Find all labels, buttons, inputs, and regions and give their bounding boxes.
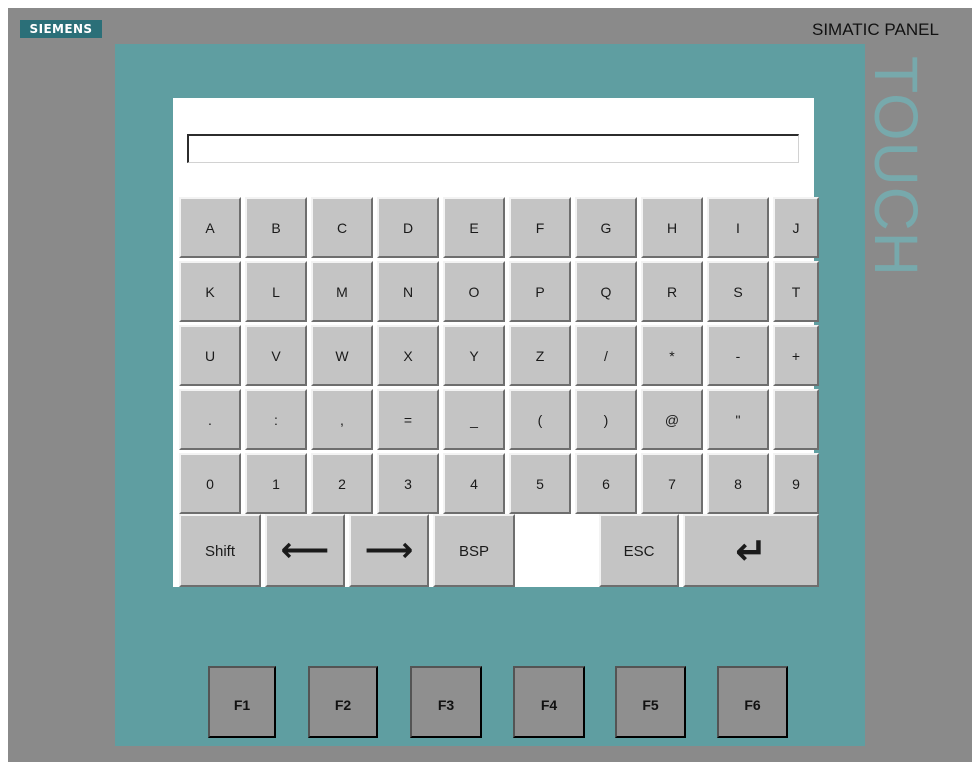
function-key-f1[interactable]: F1	[208, 666, 276, 738]
key-t[interactable]: T	[773, 261, 819, 322]
function-key-f4[interactable]: F4	[513, 666, 585, 738]
key-f[interactable]: F	[509, 197, 571, 258]
key-close-parenthesis[interactable]: )	[575, 389, 637, 450]
key-0[interactable]: 0	[179, 453, 241, 514]
key-slash[interactable]: /	[575, 325, 637, 386]
left-arrow-icon[interactable]: ⟵	[265, 514, 345, 587]
key-double-quote[interactable]: "	[707, 389, 769, 450]
function-key-f6[interactable]: F6	[717, 666, 788, 738]
key-g[interactable]: G	[575, 197, 637, 258]
key-u[interactable]: U	[179, 325, 241, 386]
key-9[interactable]: 9	[773, 453, 819, 514]
key-plus[interactable]: +	[773, 325, 819, 386]
escape-key[interactable]: ESC	[599, 514, 679, 587]
key-1[interactable]: 1	[245, 453, 307, 514]
key-4[interactable]: 4	[443, 453, 505, 514]
key-p[interactable]: P	[509, 261, 571, 322]
key-v[interactable]: V	[245, 325, 307, 386]
function-key-f5[interactable]: F5	[615, 666, 686, 738]
text-entry-input[interactable]	[189, 136, 798, 162]
text-entry-field[interactable]	[187, 134, 799, 163]
key-z[interactable]: Z	[509, 325, 571, 386]
touch-branding: TOUCH	[862, 56, 930, 277]
key-a[interactable]: A	[179, 197, 241, 258]
key-c[interactable]: C	[311, 197, 373, 258]
key-s[interactable]: S	[707, 261, 769, 322]
key-h[interactable]: H	[641, 197, 703, 258]
key-2[interactable]: 2	[311, 453, 373, 514]
function-key-f2[interactable]: F2	[308, 666, 378, 738]
key-o[interactable]: O	[443, 261, 505, 322]
key-underscore[interactable]: _	[443, 389, 505, 450]
backspace-key[interactable]: BSP	[433, 514, 515, 587]
function-key-f3[interactable]: F3	[410, 666, 482, 738]
key-q[interactable]: Q	[575, 261, 637, 322]
right-arrow-icon[interactable]: ⟶	[349, 514, 429, 587]
key-at[interactable]: @	[641, 389, 703, 450]
key-d[interactable]: D	[377, 197, 439, 258]
key-7[interactable]: 7	[641, 453, 703, 514]
key-m[interactable]: M	[311, 261, 373, 322]
key-equals[interactable]: =	[377, 389, 439, 450]
key-n[interactable]: N	[377, 261, 439, 322]
panel-model-label: SIMATIC PANEL	[812, 20, 939, 39]
key-j[interactable]: J	[773, 197, 819, 258]
key-l[interactable]: L	[245, 261, 307, 322]
key-period[interactable]: .	[179, 389, 241, 450]
key-3[interactable]: 3	[377, 453, 439, 514]
key-b[interactable]: B	[245, 197, 307, 258]
key-asterisk[interactable]: *	[641, 325, 703, 386]
key-i[interactable]: I	[707, 197, 769, 258]
key-6[interactable]: 6	[575, 453, 637, 514]
key-r[interactable]: R	[641, 261, 703, 322]
key-blank[interactable]	[773, 389, 819, 450]
key-x[interactable]: X	[377, 325, 439, 386]
key-colon[interactable]: :	[245, 389, 307, 450]
shift-key[interactable]: Shift	[179, 514, 261, 587]
key-open-parenthesis[interactable]: (	[509, 389, 571, 450]
key-minus[interactable]: -	[707, 325, 769, 386]
siemens-logo: SIEMENS	[20, 20, 102, 38]
key-5[interactable]: 5	[509, 453, 571, 514]
key-8[interactable]: 8	[707, 453, 769, 514]
key-comma[interactable]: ,	[311, 389, 373, 450]
key-w[interactable]: W	[311, 325, 373, 386]
key-y[interactable]: Y	[443, 325, 505, 386]
key-e[interactable]: E	[443, 197, 505, 258]
enter-icon[interactable]: ↵	[683, 514, 819, 587]
key-k[interactable]: K	[179, 261, 241, 322]
